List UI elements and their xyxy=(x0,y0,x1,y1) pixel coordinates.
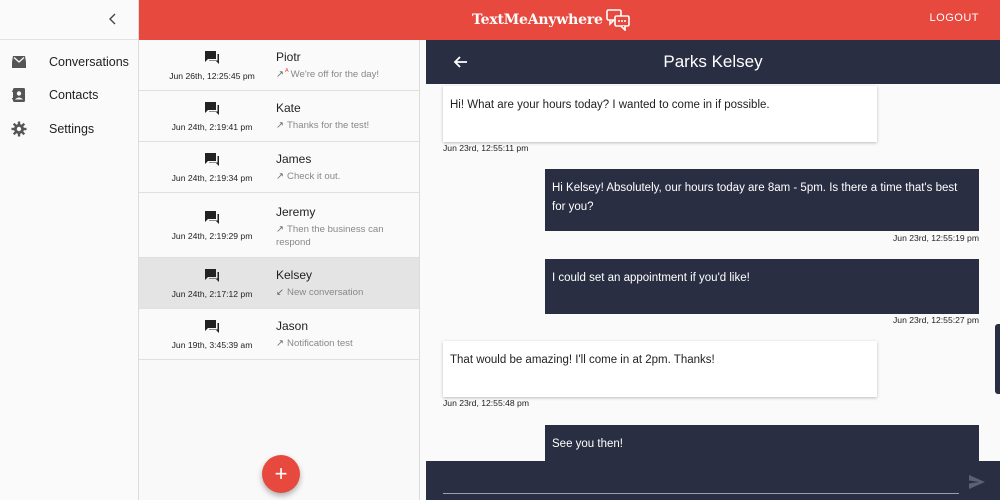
preview-text: Thanks for the test! xyxy=(287,120,370,131)
conversation-time: Jun 19th, 3:45:39 am xyxy=(171,340,253,350)
message-timestamp: Jun 23rd, 12:55:19 pm xyxy=(893,233,979,243)
conversation-time: Jun 24th, 2:17:12 pm xyxy=(171,289,253,299)
chat-icon xyxy=(204,319,220,339)
sidebar-item-conversations[interactable]: Conversations xyxy=(0,45,138,79)
chat-icon xyxy=(204,210,220,230)
sidebar-item-settings[interactable]: Settings xyxy=(0,112,138,146)
conversation-item[interactable]: Jun 24th, 2:19:34 pm James ↗ Check it out. xyxy=(139,142,419,193)
conversation-time: Jun 24th, 2:19:29 pm xyxy=(171,231,253,241)
chat-header: Parks Kelsey xyxy=(426,40,1000,84)
preview-text: Check it out. xyxy=(287,171,341,182)
conversation-meta: Jun 24th, 2:19:34 pm xyxy=(139,152,285,183)
message-preview: ↗ Thanks for the test! xyxy=(276,119,416,132)
message-timestamp: Jun 23rd, 12:55:11 pm xyxy=(443,143,529,153)
preview-text: Then the business can respond xyxy=(276,224,384,248)
brand-logo: TextMeAnywhere xyxy=(472,9,630,31)
outgoing-message: Hi Kelsey! Absolutely, our hours today a… xyxy=(545,169,979,231)
conversation-item[interactable]: Jun 19th, 3:45:39 am Jason ↗ Notification t… xyxy=(139,309,419,360)
contact-name: Jason xyxy=(276,319,309,333)
message-thread[interactable]: Hi! What are your hours today? I wanted … xyxy=(426,84,1000,461)
chat-icon xyxy=(204,101,220,121)
outgoing-arrow-icon: ↗ xyxy=(276,69,285,80)
sidebar: Conversations Contacts Settings xyxy=(0,0,139,500)
conversation-meta: Jun 19th, 3:45:39 am xyxy=(139,319,285,350)
chat-title: Parks Kelsey xyxy=(663,52,763,71)
contact-name: Piotr xyxy=(276,50,301,64)
message-preview: ↗ Notification test xyxy=(276,337,416,350)
contact-name: Kelsey xyxy=(276,268,313,282)
compose-bar xyxy=(426,461,1000,500)
message-preview: ↗ Then the business can respond xyxy=(276,223,416,249)
sidebar-item-label: Settings xyxy=(49,121,95,136)
outgoing-message: I could set an appointment if you'd like… xyxy=(545,259,979,314)
conversation-item[interactable]: Jun 24th, 2:19:29 pm Jeremy ↗ Then the busi… xyxy=(139,193,419,258)
incoming-message: Hi! What are your hours today? I wanted … xyxy=(443,86,877,142)
chat-icon xyxy=(204,152,220,172)
conversation-time: Jun 26th, 12:25:45 pm xyxy=(169,71,255,81)
chevron-left-icon xyxy=(109,13,116,25)
message-preview: ↙ New conversation xyxy=(276,286,416,299)
sidebar-header xyxy=(0,0,138,40)
conversation-meta: Jun 24th, 2:19:29 pm xyxy=(139,210,285,241)
brand-name: TextMeAnywhere xyxy=(472,12,603,28)
incoming-message: That would be amazing! I'll come in at 2… xyxy=(443,341,877,397)
contacts-icon xyxy=(10,86,28,104)
conversation-summary: Kelsey ↙ New conversation xyxy=(276,268,416,299)
preview-text: New conversation xyxy=(287,287,364,298)
outgoing-arrow-icon: ↗ xyxy=(276,171,285,182)
conversation-summary: Jeremy ↗ Then the business can respond xyxy=(276,205,416,249)
conversation-summary: Kate ↗ Thanks for the test! xyxy=(276,101,416,132)
contact-name: Kate xyxy=(276,101,301,115)
message-timestamp: Jun 23rd, 12:55:27 pm xyxy=(893,315,979,325)
conversation-summary: Piotr ↗ᴬ We're off for the day! xyxy=(276,50,416,81)
inbox-icon xyxy=(10,53,28,71)
conversation-time: Jun 24th, 2:19:41 pm xyxy=(171,122,253,132)
auto-reply-icon: ᴬ xyxy=(285,67,289,76)
message-preview: ↗ᴬ We're off for the day! xyxy=(276,67,416,81)
conversation-summary: James ↗ Check it out. xyxy=(276,152,416,183)
sidebar-item-label: Conversations xyxy=(49,54,129,69)
contact-name: James xyxy=(276,152,312,166)
chat-icon xyxy=(204,50,220,70)
outgoing-arrow-icon: ↗ xyxy=(276,338,285,349)
conversation-item[interactable]: Jun 24th, 2:19:41 pm Kate ↗ Thanks for the … xyxy=(139,91,419,142)
send-button[interactable] xyxy=(968,474,986,490)
preview-text: Notification test xyxy=(287,338,353,349)
chat-icon xyxy=(204,268,220,288)
scrollbar-thumb[interactable] xyxy=(995,324,1000,394)
conversation-item[interactable]: Jun 24th, 2:17:12 pm Kelsey ↙ New conversat… xyxy=(139,258,419,309)
outgoing-arrow-icon: ↗ xyxy=(276,120,285,131)
conversation-item[interactable]: Jun 26th, 12:25:45 pm Piotr ↗ᴬ We're off fo… xyxy=(139,40,419,91)
collapse-sidebar-button[interactable] xyxy=(102,8,124,30)
sidebar-item-contacts[interactable]: Contacts xyxy=(0,79,138,113)
conversation-summary: Jason ↗ Notification test xyxy=(276,319,416,350)
new-conversation-button[interactable]: + xyxy=(262,455,300,493)
send-icon xyxy=(969,475,985,489)
conversation-list: Jun 26th, 12:25:45 pm Piotr ↗ᴬ We're off fo… xyxy=(139,40,420,500)
conversation-meta: Jun 24th, 2:19:41 pm xyxy=(139,101,285,132)
gear-icon xyxy=(10,120,28,138)
message-preview: ↗ Check it out. xyxy=(276,170,416,183)
preview-text: We're off for the day! xyxy=(290,69,380,80)
chat-bubbles-logo-icon xyxy=(605,9,630,31)
logout-button[interactable]: LOGOUT xyxy=(930,12,979,24)
conversation-meta: Jun 24th, 2:17:12 pm xyxy=(139,268,285,299)
outgoing-message: See you then! xyxy=(545,425,979,461)
incoming-arrow-icon: ↙ xyxy=(276,287,285,298)
contact-name: Jeremy xyxy=(276,205,316,219)
outgoing-arrow-icon: ↗ xyxy=(276,224,285,235)
app-bar: TextMeAnywhere LOGOUT xyxy=(139,0,1000,40)
conversation-time: Jun 24th, 2:19:34 pm xyxy=(171,173,253,183)
message-input[interactable] xyxy=(443,469,959,494)
conversation-meta: Jun 26th, 12:25:45 pm xyxy=(139,50,285,81)
sidebar-item-label: Contacts xyxy=(49,88,99,103)
message-timestamp: Jun 23rd, 12:55:48 pm xyxy=(443,398,529,408)
